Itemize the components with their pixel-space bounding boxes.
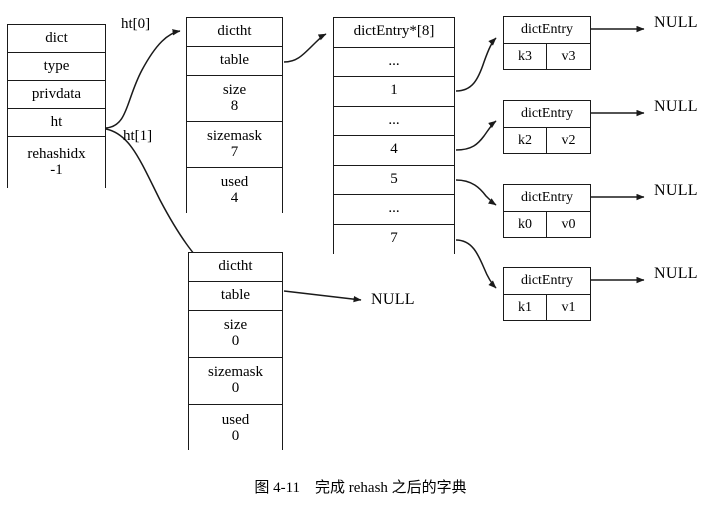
dictht0-row-sizemask-label: sizemask <box>207 127 262 144</box>
dictht0-box: dictht table size 8 sizemask 7 used 4 <box>186 17 283 214</box>
bucket-row-0: ... <box>334 47 454 77</box>
dictentry-k3-header: dictEntry <box>504 17 590 44</box>
dictht1-row-name: dictht <box>189 253 282 282</box>
dict-row-type-label: type <box>43 57 70 74</box>
bucket-row-6: 7 <box>334 224 454 254</box>
dictht0-row-used-label: used <box>220 174 249 191</box>
dictht0-row-used-value: 4 <box>230 190 239 206</box>
dict-row-ht: ht <box>8 109 105 137</box>
dict-row-privdata: privdata <box>8 81 105 109</box>
edge-bucket5-to-entry-k0 <box>455 179 497 206</box>
dictht1-row-table-label: table <box>220 287 251 304</box>
bucket-row-5-label: ... <box>388 200 400 217</box>
dictentry-node-k3: dictEntry k3 v3 <box>503 16 591 70</box>
dict-row-rehashidx-label: rehashidx <box>27 146 86 163</box>
dict-row-type: type <box>8 53 105 81</box>
dictentry-k2-key: k2 <box>504 128 547 153</box>
bucket-array-box: dictEntry*[8] ... 1 ... 4 5 ... 7 <box>333 17 455 254</box>
bucket-row-2-label: ... <box>388 111 400 128</box>
dictht0-row-size-label: size <box>222 81 247 98</box>
dictentry-k2-value: v2 <box>561 132 576 148</box>
edge-bucket7-to-entry-k1 <box>455 239 497 289</box>
null-label-entry-k3: NULL <box>654 14 698 31</box>
dictht1-box: dictht table size 0 sizemask 0 used 0 <box>188 252 283 452</box>
dict-row-privdata-label: privdata <box>31 85 82 102</box>
bucket-row-1: 1 <box>334 77 454 107</box>
dictentry-k2-header: dictEntry <box>504 101 590 128</box>
dictentry-node-k2: dictEntry k2 v2 <box>503 100 591 154</box>
dictht1-row-sizemask-label: sizemask <box>208 364 263 381</box>
edge-table1-to-null <box>283 290 362 303</box>
bucket-row-5: ... <box>334 195 454 225</box>
dictht1-row-size: size 0 <box>189 311 282 358</box>
dict-row-rehashidx-value: -1 <box>50 162 63 178</box>
dict-row-name-label: dict <box>45 29 68 46</box>
dictht1-row-sizemask-value: 0 <box>231 380 240 396</box>
dictentry-k0-kv: k0 v0 <box>504 212 590 237</box>
null-label-entry-k1: NULL <box>654 265 698 282</box>
edge-bucket4-to-entry-k2 <box>455 120 497 151</box>
dictht0-row-name: dictht <box>187 18 282 47</box>
dictentry-k3-value: v3 <box>561 48 576 64</box>
dictentry-k0-key: k0 <box>504 212 547 237</box>
bucket-row-2: ... <box>334 106 454 136</box>
figure-caption: 图 4-11 完成 rehash 之后的字典 <box>254 480 467 496</box>
dictentry-k2-kv: k2 v2 <box>504 128 590 153</box>
null-label-entry-k0: NULL <box>654 182 698 199</box>
dictht0-row-used: used 4 <box>187 168 282 214</box>
dictht1-row-sizemask: sizemask 0 <box>189 358 282 405</box>
dictentry-node-k1: dictEntry k1 v1 <box>503 267 591 321</box>
dictht0-row-table-label: table <box>219 52 250 69</box>
dict-row-rehashidx: rehashidx -1 <box>8 137 105 189</box>
dictht0-row-sizemask-value: 7 <box>230 143 239 160</box>
dictht1-row-used-label: used <box>221 411 250 428</box>
edge-ht0 <box>105 29 181 129</box>
null-label-entry-k2: NULL <box>654 98 698 115</box>
edge-table0-to-array <box>283 33 327 63</box>
dict-row-name: dict <box>8 25 105 53</box>
dictht1-row-name-label: dictht <box>218 258 253 275</box>
edge-bucket1-to-entry-k3 <box>455 37 497 92</box>
dictht1-row-table: table <box>189 282 282 311</box>
dictentry-k1-value: v1 <box>561 299 576 315</box>
dict-struct-box: dict type privdata ht rehashidx -1 <box>7 24 106 189</box>
dictentry-k1-key: k1 <box>504 295 547 320</box>
dictht0-row-size-value: 8 <box>230 97 239 114</box>
dictht0-row-sizemask: sizemask 7 <box>187 122 282 168</box>
bucket-row-1-label: 1 <box>390 82 398 99</box>
dictentry-k3-key: k3 <box>504 44 547 69</box>
dictentry-node-k0: dictEntry k0 v0 <box>503 184 591 238</box>
dictht1-row-size-value: 0 <box>231 333 240 349</box>
bucket-row-4-label: 5 <box>390 170 398 187</box>
dictentry-k1-kv: k1 v1 <box>504 295 590 320</box>
figure-canvas: dict type privdata ht rehashidx -1 ht[0]… <box>0 0 721 517</box>
null-label-dictht1-table: NULL <box>371 291 415 308</box>
bucket-array-header: dictEntry*[8] <box>334 18 454 48</box>
dictht1-row-used: used 0 <box>189 405 282 452</box>
dictentry-k0-header: dictEntry <box>504 185 590 212</box>
dictentry-k1-header: dictEntry <box>504 268 590 295</box>
dictht0-row-table: table <box>187 47 282 76</box>
bucket-row-0-label: ... <box>388 52 400 69</box>
dictht1-row-used-value: 0 <box>231 427 240 444</box>
dictht0-row-name-label: dictht <box>217 23 252 40</box>
bucket-row-4: 5 <box>334 165 454 195</box>
dict-row-ht-label: ht <box>50 113 63 130</box>
dictentry-k3-kv: k3 v3 <box>504 44 590 69</box>
dictentry-k0-value: v0 <box>561 216 576 232</box>
bucket-row-6-label: 7 <box>390 230 398 247</box>
bucket-array-header-label: dictEntry*[8] <box>353 23 435 40</box>
edge-label-ht1: ht[1] <box>123 128 153 144</box>
bucket-row-3: 4 <box>334 136 454 166</box>
bucket-row-3-label: 4 <box>390 141 398 158</box>
dictht1-row-size-label: size <box>223 317 248 334</box>
dictht0-row-size: size 8 <box>187 76 282 122</box>
edge-label-ht0: ht[0] <box>121 16 151 32</box>
